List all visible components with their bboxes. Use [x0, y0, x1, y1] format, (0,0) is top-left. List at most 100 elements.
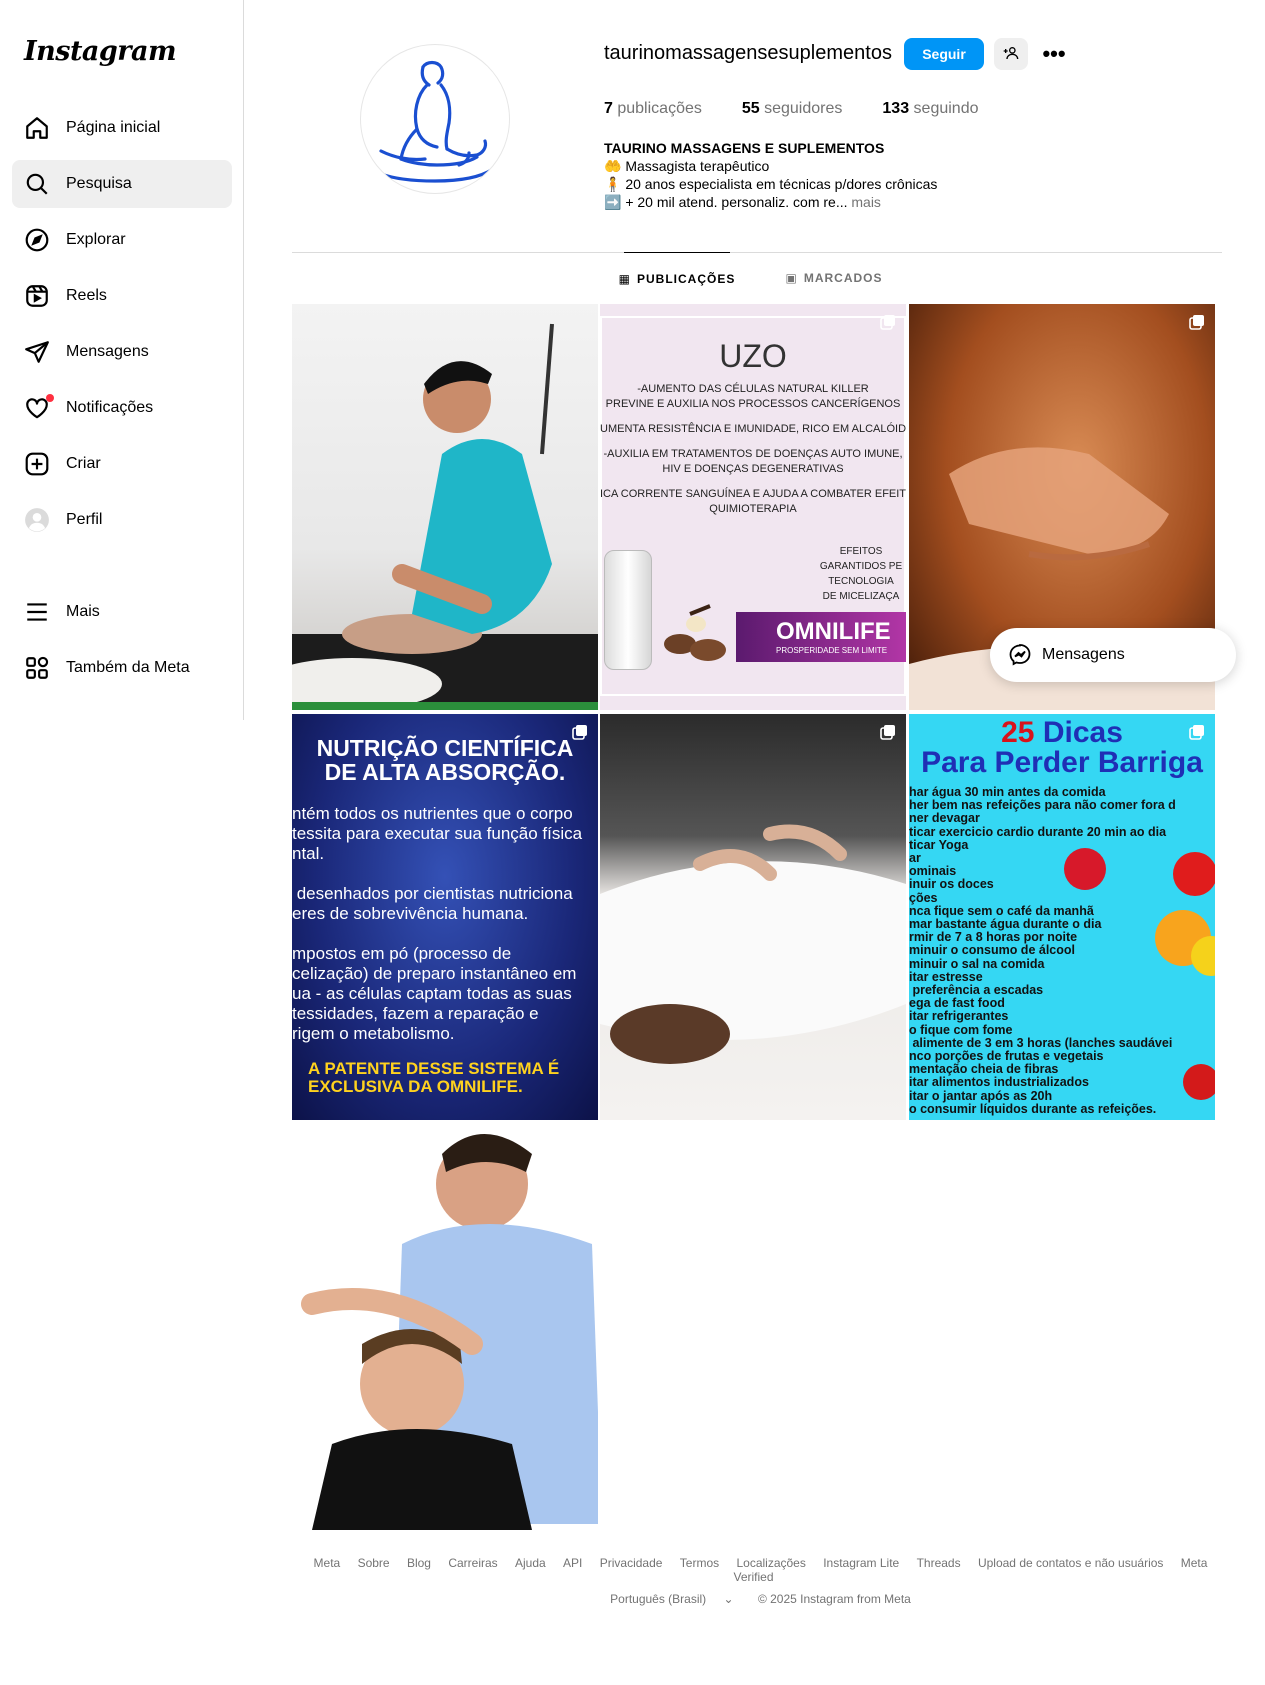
omnilife-banner: OMNILIFE PROSPERIDADE SEM LIMITE: [736, 612, 906, 662]
plus-square-icon: [24, 451, 50, 477]
profile-bio: TAURINO MASSAGENS E SUPLEMENTOS 🤲 Massag…: [604, 139, 937, 211]
sidebar-item-notifications[interactable]: Notificações: [12, 384, 232, 432]
nutricao-body: ntém todos os nutrientes que o corpo tes…: [292, 804, 583, 1043]
profile-stats: 7 publicações 55 seguidores 133 seguindo: [604, 100, 1019, 118]
compass-icon: [24, 227, 50, 253]
sidebar-item-home[interactable]: Página inicial: [12, 104, 232, 152]
footer-link[interactable]: Sobre: [358, 1556, 390, 1570]
sidebar-item-label: Notificações: [66, 399, 154, 416]
strawberry-image: [1064, 848, 1106, 890]
footer-link[interactable]: API: [563, 1556, 582, 1570]
uzo-benefits: -AUMENTO DAS CÉLULAS NATURAL KILLER PREV…: [600, 382, 906, 525]
footer-links: Meta Sobre Blog Carreiras Ajuda API Priv…: [292, 1556, 1222, 1584]
uzo-line: UMENTA RESISTÊNCIA E IMUNIDADE, RICO EM …: [600, 423, 906, 435]
sidebar: Instagram Página inicial Pesquisa Explor…: [0, 0, 244, 720]
sidebar-item-label: Mensagens: [66, 343, 149, 360]
sidebar-item-label: Explorar: [66, 231, 126, 248]
uzo-line: -AUMENTO DAS CÉLULAS NATURAL KILLER PREV…: [605, 383, 901, 410]
footer-link[interactable]: Instagram Lite: [823, 1556, 899, 1570]
sidebar-item-search[interactable]: Pesquisa: [12, 160, 232, 208]
messages-pill[interactable]: Mensagens: [990, 628, 1236, 682]
chevron-down-icon: ⌄: [723, 1592, 734, 1606]
sidebar-item-label: Mais: [66, 603, 100, 620]
more-dots-icon: •••: [1042, 41, 1066, 66]
dicas-number: 25: [1001, 716, 1035, 749]
post-uzo-omnilife[interactable]: UZO -AUMENTO DAS CÉLULAS NATURAL KILLER …: [600, 304, 906, 710]
footer-link[interactable]: Meta: [314, 1556, 341, 1570]
posts-stat: 7 publicações: [604, 100, 702, 118]
footer-link[interactable]: Blog: [407, 1556, 431, 1570]
nutricao-footer: A PATENTE DESSE SISTEMA É EXCLUSIVA DA O…: [308, 1059, 560, 1096]
mushrooms-image: [664, 604, 726, 661]
post-25-dicas[interactable]: 25 Dicas Para Perder Barriga har água 30…: [909, 714, 1215, 1120]
sidebar-item-label: Pesquisa: [66, 175, 132, 192]
copyright: © 2025 Instagram from Meta: [757, 1592, 911, 1606]
uzo-title: UZO: [719, 338, 787, 374]
home-icon: [24, 115, 50, 141]
bio-name: TAURINO MASSAGENS E SUPLEMENTOS: [604, 140, 885, 156]
menu-icon: [24, 599, 50, 625]
sidebar-item-meta[interactable]: Também da Meta: [12, 644, 232, 692]
more-options-button[interactable]: •••: [1038, 38, 1070, 70]
post-neck-massage[interactable]: [292, 1124, 598, 1530]
sidebar-item-create[interactable]: Criar: [12, 440, 232, 488]
footer-link[interactable]: Termos: [680, 1556, 719, 1570]
sidebar-item-profile[interactable]: Perfil: [12, 496, 232, 544]
sidebar-item-explore[interactable]: Explorar: [12, 216, 232, 264]
sidebar-item-label: Criar: [66, 455, 101, 472]
notification-dot: [46, 394, 54, 402]
dicas-title: 25 Dicas Para Perder Barriga: [909, 718, 1215, 778]
tabs-divider: [292, 252, 1222, 253]
post-massage-table[interactable]: [292, 304, 598, 710]
footer-link[interactable]: Privacidade: [600, 1556, 663, 1570]
follow-button[interactable]: Seguir: [904, 38, 984, 70]
meta-apps-icon: [24, 655, 50, 681]
footer-link[interactable]: Carreiras: [448, 1556, 497, 1570]
omnilife-logo: OMNILIFE: [776, 618, 891, 645]
sidebar-nav: Página inicial Pesquisa Explorar Reels M…: [12, 104, 232, 552]
sidebar-item-label: Também da Meta: [66, 659, 190, 676]
send-icon: [24, 339, 50, 365]
bio-line: 🧍 20 anos especialista em técnicas p/dor…: [604, 176, 938, 192]
followers-count: 55: [741, 100, 760, 117]
bio-line: ➡️ + 20 mil atend. personaliz. com re...: [604, 194, 848, 210]
sidebar-item-label: Página inicial: [66, 119, 161, 136]
footer-link[interactable]: Threads: [917, 1556, 961, 1570]
grid-icon: ▦: [618, 271, 631, 286]
messages-pill-label: Mensagens: [1042, 646, 1125, 663]
followers-label: seguidores: [764, 100, 843, 117]
following-label: seguindo: [913, 100, 979, 117]
following-count: 133: [882, 100, 910, 117]
bio-line: 🤲 Massagista terapêutico: [604, 158, 770, 174]
tab-tagged[interactable]: ▣ MARCADOS: [786, 252, 882, 304]
post-nutricao-cientifica[interactable]: NUTRIÇÃO CIENTÍFICA DE ALTA ABSORÇÃO. nt…: [292, 714, 598, 1120]
tab-posts[interactable]: ▦ PUBLICAÇÕES: [619, 252, 734, 304]
dicas-list: har água 30 min antes da comida her bem …: [909, 785, 1176, 1116]
language-label: Português (Brasil): [610, 1592, 707, 1606]
reels-icon: [24, 283, 50, 309]
uzo-line: ICA CORRENTE SANGUÍNEA E AJUDA A COMBATE…: [600, 488, 906, 515]
followers-stat[interactable]: 55 seguidores: [742, 100, 843, 118]
uzo-effects: EFEITOS GARANTIDOS PE TECNOLOGIA DE MICE…: [819, 546, 903, 602]
dicas-subtitle: Para Perder Barriga: [921, 746, 1203, 779]
sidebar-bottom: Mais Também da Meta: [12, 588, 232, 700]
footer-link[interactable]: Upload de contatos e não usuários: [978, 1556, 1163, 1570]
profile-avatar[interactable]: [360, 44, 510, 194]
following-stat[interactable]: 133 seguindo: [882, 100, 978, 118]
dicas-word: Dicas: [1042, 716, 1123, 749]
sidebar-item-more[interactable]: Mais: [12, 588, 232, 636]
bio-more-link[interactable]: mais: [851, 194, 881, 210]
sidebar-item-reels[interactable]: Reels: [12, 272, 232, 320]
multi-image-icon: [880, 315, 895, 330]
search-icon: [24, 171, 50, 197]
language-select[interactable]: Português (Brasil) ⌄: [603, 1592, 740, 1606]
suggested-users-button[interactable]: [994, 38, 1028, 70]
instagram-logo[interactable]: Instagram: [24, 36, 177, 67]
post-back-massage[interactable]: [600, 714, 906, 1120]
footer-link[interactable]: Ajuda: [515, 1556, 546, 1570]
nutricao-title: NUTRIÇÃO CIENTÍFICA DE ALTA ABSORÇÃO.: [316, 735, 574, 785]
posts-count: 7: [604, 100, 613, 117]
footer-link[interactable]: Localizações: [736, 1556, 805, 1570]
uzo-line: -AUXILIA EM TRATAMENTOS DE DOENÇAS AUTO …: [603, 448, 903, 475]
sidebar-item-messages[interactable]: Mensagens: [12, 328, 232, 376]
